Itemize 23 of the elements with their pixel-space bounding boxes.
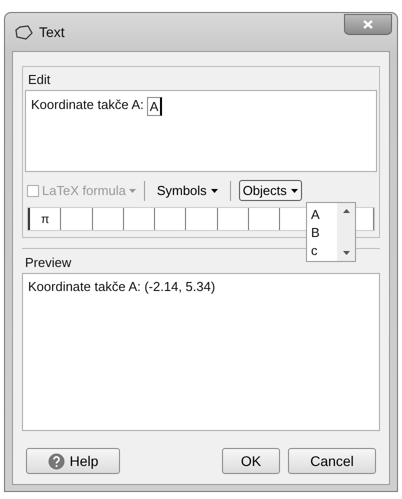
object-item[interactable]: B [307, 223, 337, 241]
preview-text: Koordinate takče A: (-2.14, 5.34) [22, 273, 380, 431]
scroll-up-icon[interactable] [342, 209, 350, 213]
help-button[interactable]: Help [26, 448, 120, 474]
caret-icon [210, 188, 218, 192]
objects-dropdown[interactable]: Objects [238, 180, 302, 201]
cancel-button[interactable]: Cancel [288, 448, 376, 474]
caret-icon [290, 188, 298, 192]
edit-field[interactable]: Koordinate takče A: A [25, 90, 377, 172]
edit-label: Edit [27, 71, 52, 89]
preview-label: Preview [24, 254, 72, 272]
symbol-cell[interactable]: π [28, 208, 62, 230]
close-button[interactable] [344, 14, 392, 35]
caret-icon [128, 188, 136, 192]
ok-button[interactable]: OK [222, 448, 280, 474]
close-icon [363, 20, 373, 29]
help-icon [48, 452, 65, 470]
object-item[interactable]: A [307, 205, 337, 223]
scroll-down-icon[interactable] [342, 251, 350, 255]
symbols-dropdown[interactable]: Symbols [152, 180, 222, 201]
object-item[interactable]: c [307, 241, 337, 259]
polygon-icon [15, 24, 33, 40]
window-title: Text [39, 24, 65, 40]
